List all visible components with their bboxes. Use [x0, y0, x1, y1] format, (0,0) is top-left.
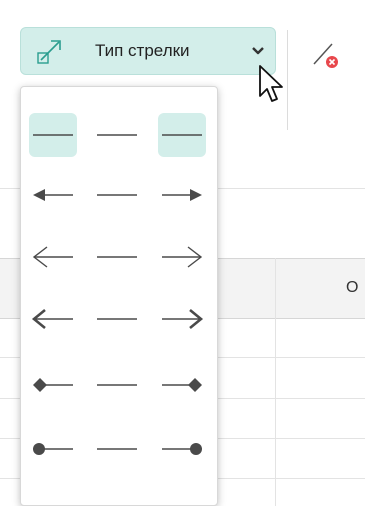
arrow-start-stealth-option[interactable]: [29, 297, 77, 341]
line-style-option[interactable]: [93, 173, 141, 217]
mouse-cursor-icon: [259, 65, 283, 102]
arrow-start-open-option[interactable]: [29, 235, 77, 279]
line-style-option[interactable]: [93, 235, 141, 279]
line-with-red-x-icon[interactable]: [308, 38, 342, 72]
arrow-end-none-option[interactable]: [158, 113, 206, 157]
chevron-down-icon[interactable]: [251, 45, 265, 57]
arrow-end-triangle-option[interactable]: [158, 173, 206, 217]
diagonal-double-arrow-icon: [37, 40, 61, 64]
line-style-option[interactable]: [93, 363, 141, 407]
arrow-start-diamond-option[interactable]: [29, 363, 77, 407]
arrow-type-label: Тип стрелки: [95, 41, 190, 60]
column-divider: [275, 258, 276, 506]
column-header-label[interactable]: О: [346, 279, 358, 297]
arrow-end-stealth-option[interactable]: [158, 297, 206, 341]
arrow-start-triangle-option[interactable]: [29, 173, 77, 217]
arrow-end-diamond-option[interactable]: [158, 363, 206, 407]
toolbar-separator: [287, 30, 288, 130]
arrow-end-circle-option[interactable]: [158, 427, 206, 471]
arrow-end-open-option[interactable]: [158, 235, 206, 279]
line-style-option[interactable]: [93, 427, 141, 471]
arrow-type-menu: [20, 86, 218, 506]
arrow-type-button[interactable]: Тип стрелки: [20, 27, 276, 75]
line-style-option[interactable]: [93, 113, 141, 157]
line-style-option[interactable]: [93, 297, 141, 341]
arrow-start-none-option[interactable]: [29, 113, 77, 157]
arrow-start-circle-option[interactable]: [29, 427, 77, 471]
